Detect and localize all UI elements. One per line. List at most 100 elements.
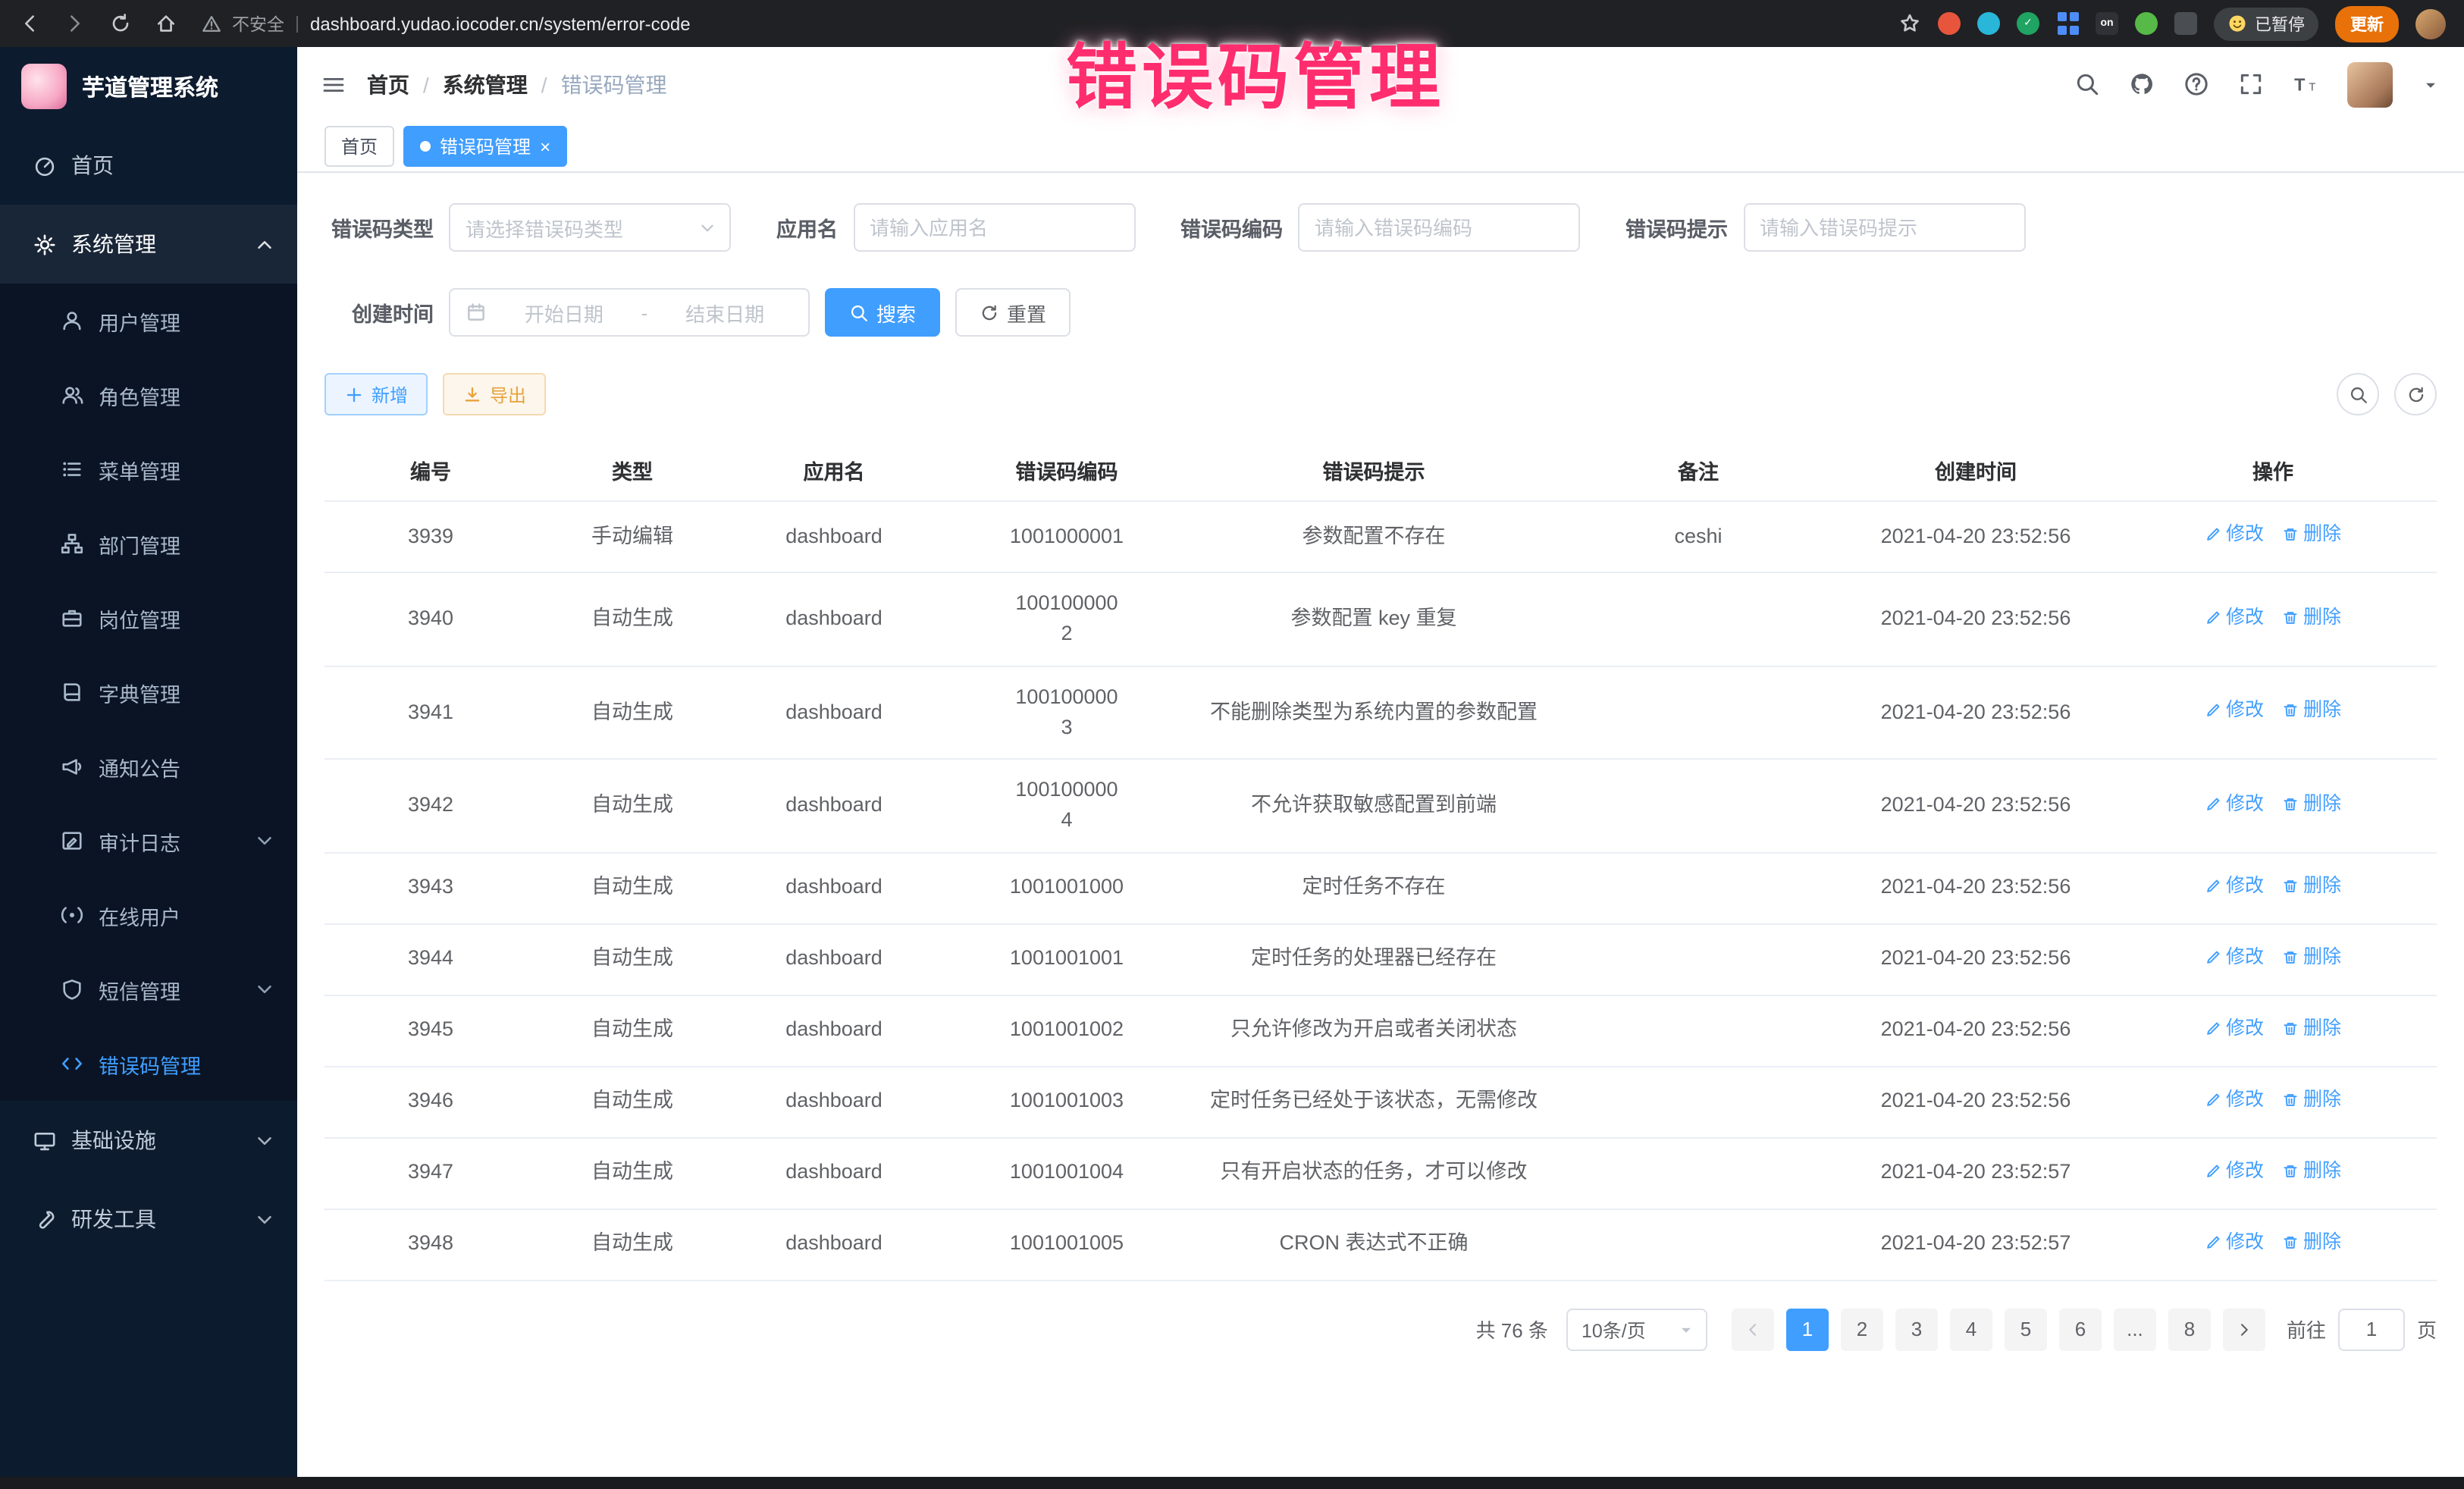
edit-link[interactable]: 修改 <box>2205 1157 2264 1186</box>
browser-update-button[interactable]: 更新 <box>2335 5 2399 42</box>
paused-badge[interactable]: 已暂停 <box>2214 7 2318 40</box>
delete-link[interactable]: 删除 <box>2282 1157 2341 1186</box>
delete-link[interactable]: 删除 <box>2282 696 2341 725</box>
address-divider: | <box>295 14 299 33</box>
forward-icon[interactable] <box>64 12 86 35</box>
sidebar-item-notice[interactable]: 通知公告 <box>0 729 297 804</box>
breadcrumb-item[interactable]: 首页 <box>367 69 409 99</box>
page-ellipsis[interactable]: ... <box>2114 1308 2156 1350</box>
extension-icon[interactable] <box>2174 12 2197 35</box>
edit-link[interactable]: 修改 <box>2205 1014 2264 1043</box>
sidebar-item-online-users[interactable]: 在线用户 <box>0 878 297 952</box>
error-code-type-select[interactable]: 请选择错误码类型 <box>449 203 731 252</box>
github-icon[interactable] <box>2129 71 2155 97</box>
page-button-6[interactable]: 6 <box>2059 1308 2102 1350</box>
sidebar-item-audit-log[interactable]: 审计日志 <box>0 804 297 878</box>
sidebar-item-dept-management[interactable]: 部门管理 <box>0 506 297 581</box>
sidebar-item-error-code-management[interactable]: 错误码管理 <box>0 1027 297 1101</box>
tab-首页[interactable]: 首页 <box>324 126 394 167</box>
breadcrumb-item[interactable]: 系统管理 <box>443 69 528 99</box>
sidebar-item-dict-management[interactable]: 字典管理 <box>0 655 297 729</box>
page-button-8[interactable]: 8 <box>2168 1308 2211 1350</box>
app-name-input[interactable] <box>853 203 1135 252</box>
edit-link[interactable]: 修改 <box>2205 696 2264 725</box>
edit-icon <box>2205 1020 2221 1037</box>
address-bar[interactable]: 不安全 | dashboard.yudao.iocoder.cn/system/… <box>202 11 691 36</box>
fullscreen-icon[interactable] <box>2238 71 2264 97</box>
user-avatar[interactable] <box>2347 61 2393 107</box>
next-page-button[interactable] <box>2223 1308 2265 1350</box>
search-icon[interactable] <box>2074 71 2100 97</box>
prev-page-button[interactable] <box>1732 1308 1774 1350</box>
page-button-3[interactable]: 3 <box>1895 1308 1938 1350</box>
refresh-icon <box>2406 384 2425 404</box>
goto-page-input[interactable] <box>2338 1308 2405 1350</box>
add-button[interactable]: 新增 <box>324 373 428 415</box>
export-button[interactable]: 导出 <box>443 373 546 415</box>
sidebar-item-label: 系统管理 <box>71 229 156 259</box>
extension-icon[interactable] <box>2056 12 2079 35</box>
page-button-4[interactable]: 4 <box>1950 1308 1992 1350</box>
table-cell: 2021-04-20 23:52:57 <box>1842 1208 2109 1280</box>
delete-link[interactable]: 删除 <box>2282 1014 2341 1043</box>
sidebar-item-sms-management[interactable]: 短信管理 <box>0 952 297 1027</box>
sidebar-item-dev-tools[interactable]: 研发工具 <box>0 1180 297 1259</box>
extension-icon[interactable]: ✓ <box>2017 12 2039 35</box>
delete-link[interactable]: 删除 <box>2282 789 2341 818</box>
delete-link[interactable]: 删除 <box>2282 521 2341 550</box>
back-icon[interactable] <box>18 12 41 35</box>
extension-icon[interactable] <box>2135 12 2158 35</box>
sidebar-item-user-management[interactable]: 用户管理 <box>0 284 297 358</box>
extension-icon[interactable]: on <box>2096 12 2118 35</box>
edit-link[interactable]: 修改 <box>2205 872 2264 901</box>
edit-link[interactable]: 修改 <box>2205 943 2264 972</box>
sidebar-item-system-management[interactable]: 系统管理 <box>0 205 297 284</box>
delete-link[interactable]: 删除 <box>2282 872 2341 901</box>
page-button-5[interactable]: 5 <box>2005 1308 2047 1350</box>
error-message-input[interactable] <box>1743 203 2025 252</box>
date-range-picker[interactable]: 开始日期 - 结束日期 <box>449 288 810 337</box>
edit-link[interactable]: 修改 <box>2205 789 2264 818</box>
delete-link[interactable]: 删除 <box>2282 1086 2341 1114</box>
error-code-input[interactable] <box>1298 203 1580 252</box>
extension-icon[interactable] <box>1977 12 2000 35</box>
page-size-select[interactable]: 10条/页 <box>1566 1308 1707 1350</box>
url-text[interactable]: dashboard.yudao.iocoder.cn/system/error-… <box>310 13 691 34</box>
font-size-icon[interactable]: TT <box>2293 71 2318 97</box>
table-row: 3940自动生成dashboard1001000002参数配置 key 重复20… <box>324 572 2437 666</box>
org-tree-icon <box>61 532 83 555</box>
reset-button[interactable]: 重置 <box>955 288 1071 337</box>
delete-icon <box>2282 1234 2299 1251</box>
sidebar-item-role-management[interactable]: 角色管理 <box>0 358 297 432</box>
collapse-sidebar-icon[interactable] <box>321 72 346 96</box>
page-button-1[interactable]: 1 <box>1786 1308 1829 1350</box>
edit-link[interactable]: 修改 <box>2205 1086 2264 1114</box>
home-icon[interactable] <box>155 12 177 35</box>
table-cell: 3941 <box>324 666 537 759</box>
sidebar-item-menu-management[interactable]: 菜单管理 <box>0 432 297 506</box>
breadcrumb-separator: / <box>541 72 547 96</box>
extension-icon[interactable] <box>1938 12 1961 35</box>
tab-错误码管理[interactable]: 错误码管理× <box>403 126 567 167</box>
delete-link[interactable]: 删除 <box>2282 943 2341 972</box>
question-icon[interactable] <box>2183 71 2209 97</box>
sidebar-item-post-management[interactable]: 岗位管理 <box>0 581 297 655</box>
edit-link[interactable]: 修改 <box>2205 1228 2264 1257</box>
chevron-down-icon <box>253 1208 276 1230</box>
delete-link[interactable]: 删除 <box>2282 1228 2341 1257</box>
avatar-caret-down-icon[interactable] <box>2422 75 2440 93</box>
sidebar-logo-row[interactable]: 芋道管理系统 <box>0 47 297 126</box>
edit-link[interactable]: 修改 <box>2205 521 2264 550</box>
tab-close-icon[interactable]: × <box>540 137 550 155</box>
browser-profile-avatar[interactable] <box>2415 8 2446 39</box>
delete-link[interactable]: 删除 <box>2282 603 2341 632</box>
bookmark-star-icon[interactable] <box>1898 12 1921 35</box>
refresh-table-button[interactable] <box>2394 373 2437 415</box>
reload-icon[interactable] <box>109 12 132 35</box>
page-button-2[interactable]: 2 <box>1841 1308 1883 1350</box>
toggle-search-button[interactable] <box>2337 373 2379 415</box>
search-button[interactable]: 搜索 <box>825 288 940 337</box>
sidebar-item-infrastructure[interactable]: 基础设施 <box>0 1101 297 1180</box>
sidebar-item-home[interactable]: 首页 <box>0 126 297 205</box>
edit-link[interactable]: 修改 <box>2205 603 2264 632</box>
